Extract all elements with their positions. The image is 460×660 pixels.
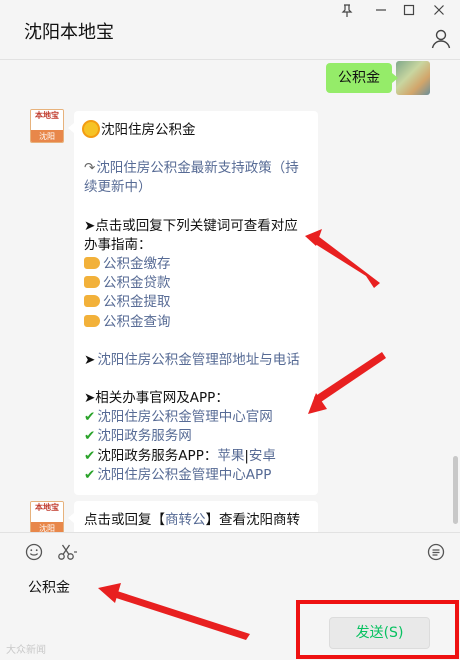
outgoing-message[interactable]: 公积金: [326, 63, 398, 93]
link-arrow-icon: ↷: [84, 160, 96, 177]
keyword-link[interactable]: 公积金贷款: [103, 275, 171, 291]
site-link[interactable]: 沈阳政务服务网: [97, 428, 192, 444]
self-avatar[interactable]: [396, 61, 430, 95]
checkmark-icon: ✔: [84, 447, 96, 464]
apps-intro: ➤相关办事官网及APP：: [84, 390, 229, 407]
checkmark-icon: ✔: [84, 409, 96, 426]
reply2-suffix: 】查看沈阳商转: [205, 512, 301, 528]
chat-scrollbar[interactable]: [453, 456, 458, 524]
keyword-link[interactable]: 公积金缴存: [103, 256, 171, 272]
arrow-icon: ➤: [84, 351, 96, 368]
user-profile-icon[interactable]: [430, 28, 452, 50]
policy-link[interactable]: 沈阳住房公积金最新支持政策（持续更新中）: [84, 160, 299, 195]
keyword-item[interactable]: 公积金缴存: [84, 255, 308, 274]
chat-history-icon[interactable]: [426, 543, 446, 563]
pointing-hand-icon: [84, 314, 100, 327]
guide-intro: ➤点击或回复下列关键词可查看对应办事指南：: [84, 217, 298, 253]
site-item[interactable]: ✔ 沈阳住房公积金管理中心官网: [84, 408, 308, 427]
pin-icon[interactable]: [336, 4, 358, 20]
site-item[interactable]: ✔ 沈阳政务服务网: [84, 427, 308, 446]
reply-message: 沈阳住房公积金 ↷沈阳住房公积金最新支持政策（持续更新中） ➤点击或回复下列关键…: [68, 111, 318, 496]
android-link[interactable]: 安卓: [249, 448, 276, 464]
chat-title: 沈阳本地宝: [24, 22, 114, 43]
keyword-item[interactable]: 公积金查询: [84, 313, 308, 332]
reply2-keyword-link[interactable]: 商转公: [165, 512, 206, 528]
policy-line[interactable]: ↷沈阳住房公积金最新支持政策（持续更新中）: [84, 159, 308, 197]
highlight-send-box: [296, 600, 459, 659]
title-bar: 沈阳本地宝: [0, 0, 460, 60]
keyword-link[interactable]: 公积金提取: [103, 294, 171, 310]
keyword-item[interactable]: 公积金提取: [84, 293, 308, 312]
reply2-line: 点击或回复【商转公】查看沈阳商转: [84, 511, 308, 530]
pointing-hand-icon: [84, 257, 100, 270]
keyword-item[interactable]: 公积金贷款: [84, 274, 308, 293]
reply-message: 点击或回复【商转公】查看沈阳商转: [68, 501, 318, 532]
bot-avatar-logo-text: 本地宝: [31, 110, 63, 130]
address-line[interactable]: ➤ 沈阳住房公积金管理部地址与电话: [84, 351, 308, 370]
site-link[interactable]: 沈阳住房公积金管理中心APP: [97, 467, 271, 483]
watermark: 大众新闻: [6, 645, 46, 656]
reply-heading-line: 沈阳住房公积金: [84, 121, 308, 140]
minimize-icon[interactable]: [370, 4, 392, 20]
bot-avatar[interactable]: 本地宝 沈阳: [30, 501, 64, 532]
emoji-icon[interactable]: [24, 543, 44, 563]
app-item: ✔ 沈阳政务服务APP：苹果|安卓: [84, 447, 308, 466]
scissors-icon[interactable]: [56, 543, 80, 563]
pointing-hand-icon: [84, 276, 100, 289]
sun-icon: [84, 122, 98, 136]
reply-heading: 沈阳住房公积金: [101, 122, 196, 138]
bot-avatar-logo-text: 本地宝: [31, 502, 63, 522]
bot-avatar[interactable]: 本地宝 沈阳: [30, 109, 64, 143]
chat-area[interactable]: 公积金 本地宝 沈阳 沈阳住房公积金 ↷沈阳住房公积金最新支持政策（持续更新中）…: [0, 61, 460, 532]
checkmark-icon: ✔: [84, 466, 96, 483]
maximize-icon[interactable]: [398, 4, 420, 20]
bot-avatar-city-text: 沈阳: [31, 130, 63, 142]
message-input[interactable]: 公积金: [28, 577, 70, 597]
checkmark-icon: ✔: [84, 428, 96, 445]
site-link[interactable]: 沈阳住房公积金管理中心官网: [97, 409, 273, 425]
apple-link[interactable]: 苹果: [217, 448, 244, 464]
reply2-prefix: 点击或回复【: [84, 512, 165, 528]
site-item[interactable]: ✔ 沈阳住房公积金管理中心APP: [84, 466, 308, 485]
keyword-link[interactable]: 公积金查询: [103, 314, 171, 330]
close-icon[interactable]: [428, 4, 450, 20]
app-line-prefix: 沈阳政务服务APP：: [97, 447, 218, 464]
pointing-hand-icon: [84, 295, 100, 308]
bot-avatar-city-text: 沈阳: [31, 522, 63, 532]
address-link[interactable]: 沈阳住房公积金管理部地址与电话: [97, 352, 300, 368]
